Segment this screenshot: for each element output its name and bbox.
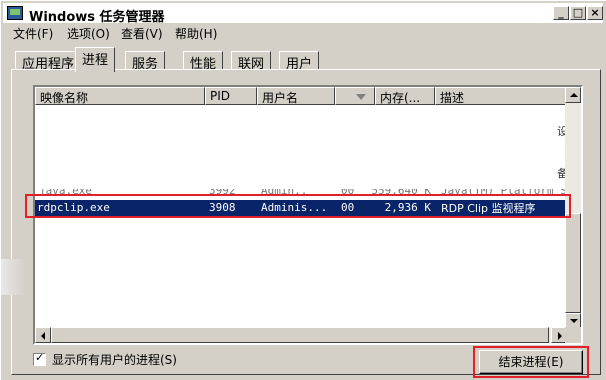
app-icon — [7, 6, 23, 20]
tab-networking[interactable]: 联网 — [231, 51, 272, 72]
column-memory[interactable]: 内存(... — [375, 87, 435, 105]
tab-users[interactable]: 用户 — [279, 51, 320, 72]
menu-view[interactable]: 查看(V) — [121, 25, 163, 42]
scroll-up-icon[interactable] — [565, 87, 581, 103]
show-all-users-label: 显示所有用户的进程(S) — [52, 353, 177, 367]
tab-performance[interactable]: 性能 — [183, 51, 224, 72]
menu-help[interactable]: 帮助(H) — [175, 25, 217, 42]
task-manager-window: Windows 任务管理器 _ □ × 文件(F) 选项(O) 查看(V) 帮助… — [0, 0, 606, 380]
tab-services[interactable]: 服务 — [125, 51, 166, 72]
edge-artifact — [1, 259, 25, 295]
title-bar[interactable]: Windows 任务管理器 _ □ × — [3, 3, 603, 25]
column-image-name[interactable]: 映像名称 — [35, 87, 205, 105]
horizontal-scroll-thumb[interactable] — [51, 327, 549, 343]
maximize-icon[interactable]: □ — [570, 6, 586, 20]
checkmark-icon[interactable] — [33, 351, 46, 366]
highlight-selected-row — [25, 194, 571, 218]
close-icon[interactable]: × — [587, 6, 603, 20]
column-description[interactable]: 描述 — [435, 87, 567, 105]
menu-options[interactable]: 选项(O) — [67, 25, 110, 42]
minimize-icon[interactable]: _ — [553, 6, 569, 20]
column-cpu[interactable] — [335, 87, 375, 105]
sort-arrow-icon — [356, 94, 366, 100]
scroll-left-icon[interactable] — [35, 327, 51, 343]
menu-file[interactable]: 文件(F) — [13, 25, 53, 42]
window-title: Windows 任务管理器 — [29, 10, 165, 25]
tab-processes[interactable]: 进程 — [75, 47, 116, 72]
tab-strip: 应用程序 进程 服务 性能 联网 用户 — [1, 45, 606, 72]
horizontal-scrollbar[interactable] — [35, 327, 567, 343]
tab-applications[interactable]: 应用程序 — [15, 51, 82, 72]
show-all-users-option[interactable]: 显示所有用户的进程(S) — [33, 351, 177, 368]
highlight-end-process-button — [473, 346, 589, 378]
vertical-scroll-thumb[interactable] — [565, 213, 581, 313]
column-user-name[interactable]: 用户名 — [257, 87, 335, 105]
scroll-corner — [565, 327, 581, 343]
column-pid[interactable]: PID — [205, 87, 257, 105]
list-header: 映像名称 PID 用户名 内存(... 描述 — [35, 87, 567, 105]
